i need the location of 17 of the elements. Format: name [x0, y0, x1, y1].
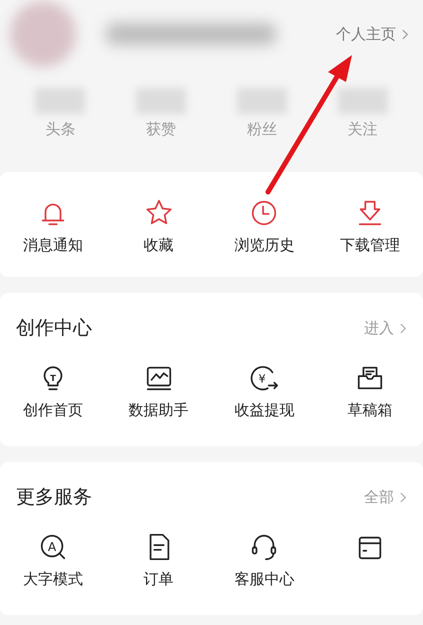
service-label[interactable]: 大字模式	[22, 570, 83, 589]
service-label[interactable]: 收益提现	[234, 401, 294, 420]
service-label[interactable]: 草稿箱	[348, 401, 393, 420]
service-label[interactable]: 客服中心	[234, 570, 294, 589]
homepage-link[interactable]: 个人主页	[336, 24, 396, 44]
chevron-icon	[402, 28, 409, 40]
section-title: 创作中心	[16, 316, 92, 341]
action-label[interactable]: 下载管理	[340, 236, 400, 255]
chevron-icon	[400, 322, 407, 334]
chevron-icon	[400, 492, 407, 502]
section-title: 更多服务	[16, 485, 92, 510]
action-label[interactable]: 收藏	[144, 236, 174, 255]
service-label[interactable]: 创作首页	[22, 401, 83, 420]
action-label[interactable]: 消息通知	[22, 236, 83, 255]
service-label[interactable]: 订单	[144, 570, 174, 589]
service-label[interactable]: 数据助手	[128, 401, 189, 420]
action-label[interactable]: 浏览历史	[234, 236, 294, 255]
